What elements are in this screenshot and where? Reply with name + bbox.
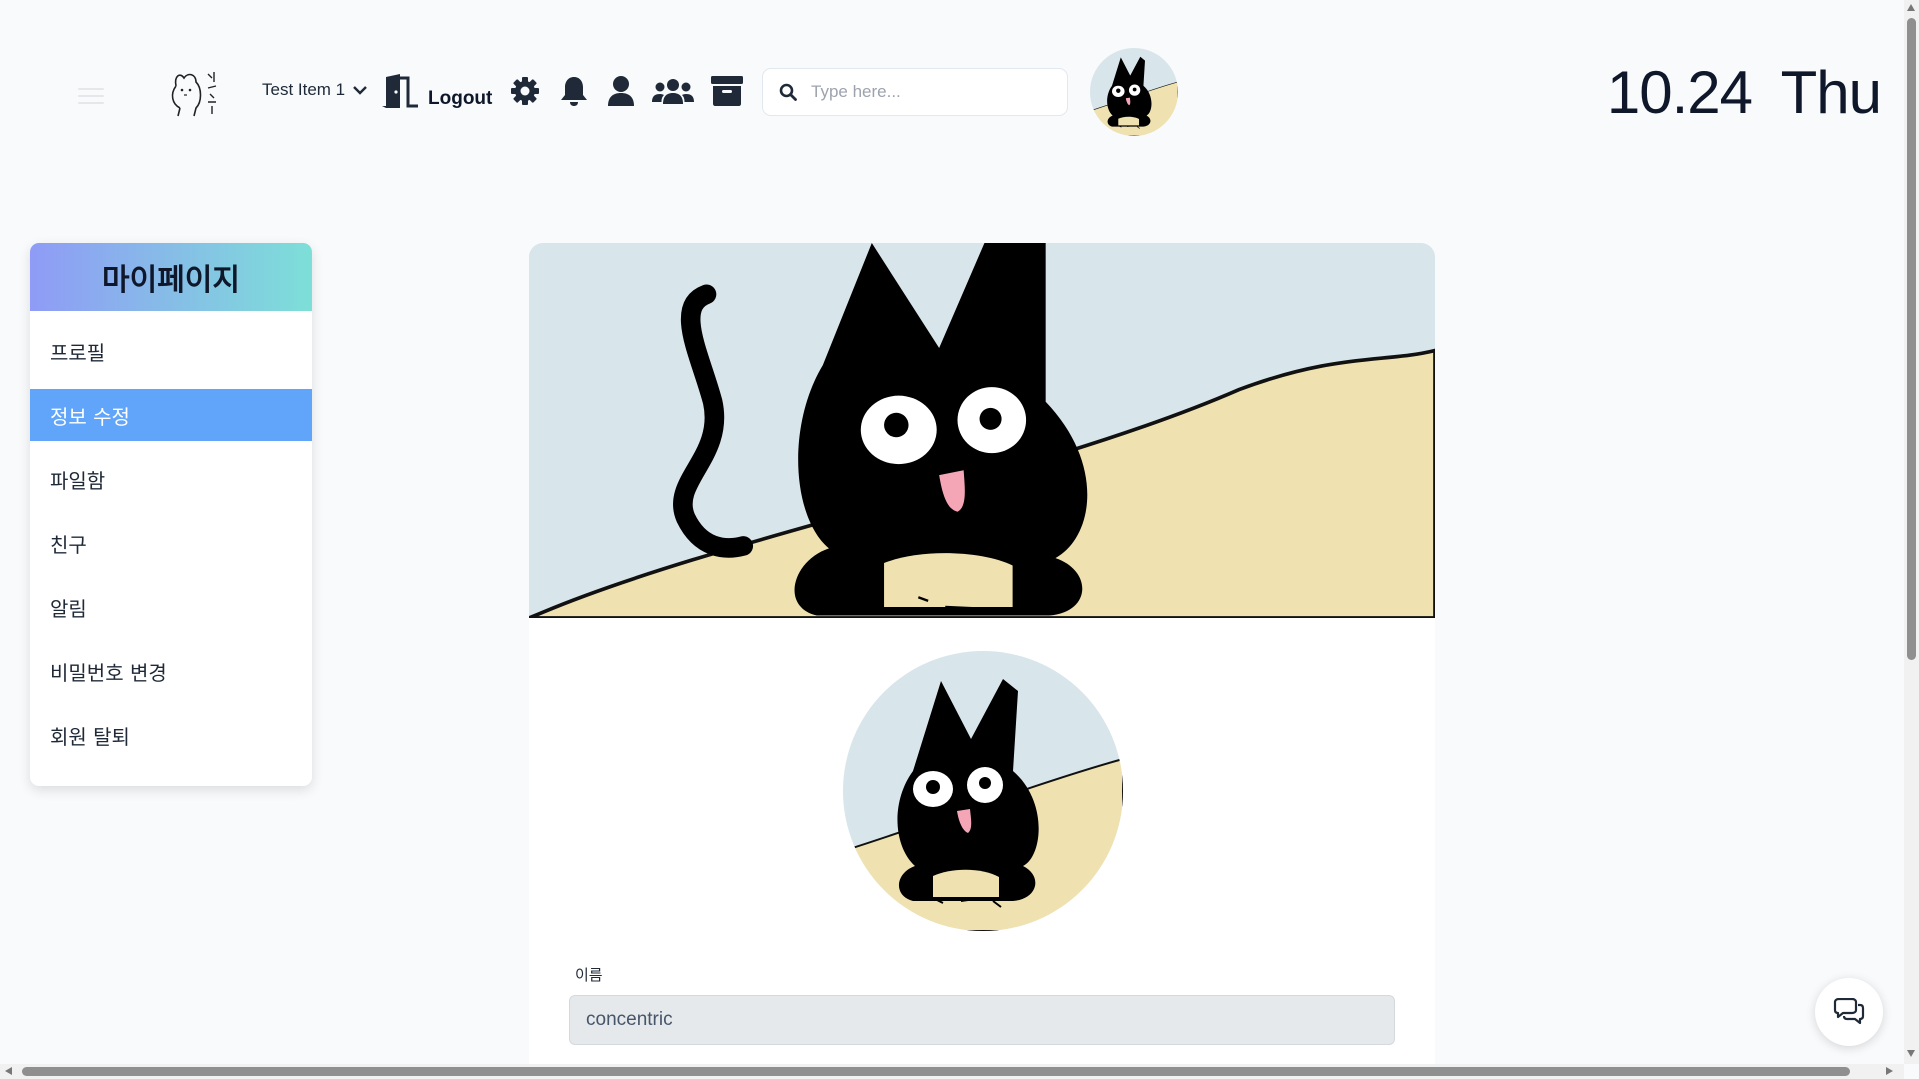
menu-icon[interactable] [78,88,104,104]
search-icon [779,83,797,101]
search-box[interactable] [762,68,1068,116]
sidebar: 마이페이지 프로필 정보 수정 파일함 친구 알림 비밀번호 변경 회원 탈퇴 [30,243,312,786]
chat-button[interactable] [1815,978,1883,1046]
name-field[interactable] [569,995,1395,1045]
sidebar-item-change-password[interactable]: 비밀번호 변경 [30,645,312,697]
sidebar-menu: 프로필 정보 수정 파일함 친구 알림 비밀번호 변경 회원 탈퇴 [30,325,312,761]
sidebar-item-edit-info[interactable]: 정보 수정 [30,389,312,441]
logout-label: Logout [428,88,493,109]
users-icon[interactable] [652,74,694,108]
horizontal-scroll-thumb[interactable] [22,1067,1850,1076]
search-input[interactable] [809,81,1053,103]
sidebar-title: 마이페이지 [30,243,312,311]
name-label: 이름 [575,966,603,984]
sidebar-item-friends[interactable]: 친구 [30,517,312,569]
archive-icon[interactable] [711,74,743,108]
vertical-scrollbar[interactable] [1904,0,1919,1064]
bell-icon[interactable] [559,74,589,108]
profile-avatar[interactable] [843,651,1123,931]
cover-image[interactable] [529,243,1435,618]
sidebar-item-files[interactable]: 파일함 [30,453,312,505]
vertical-scroll-thumb[interactable] [1907,18,1916,660]
sidebar-item-withdraw[interactable]: 회원 탈퇴 [30,709,312,761]
horizontal-scrollbar[interactable] [0,1064,1904,1079]
user-icon[interactable] [606,74,636,108]
item-select-label: Test Item 1 [262,80,346,99]
profile-card: 이름 [529,243,1435,1079]
gear-icon[interactable] [510,74,540,108]
sidebar-item-profile[interactable]: 프로필 [30,325,312,377]
door-icon [380,74,420,112]
item-select[interactable]: Test Item 1 [262,80,367,100]
sidebar-item-notifications[interactable]: 알림 [30,581,312,633]
logo-icon[interactable] [168,68,228,118]
avatar[interactable] [1090,48,1178,136]
date-display: 10.24 Thu [1606,59,1882,126]
logout-button[interactable]: Logout [380,74,492,112]
chat-icon [1832,998,1866,1026]
chevron-down-icon [353,80,367,100]
